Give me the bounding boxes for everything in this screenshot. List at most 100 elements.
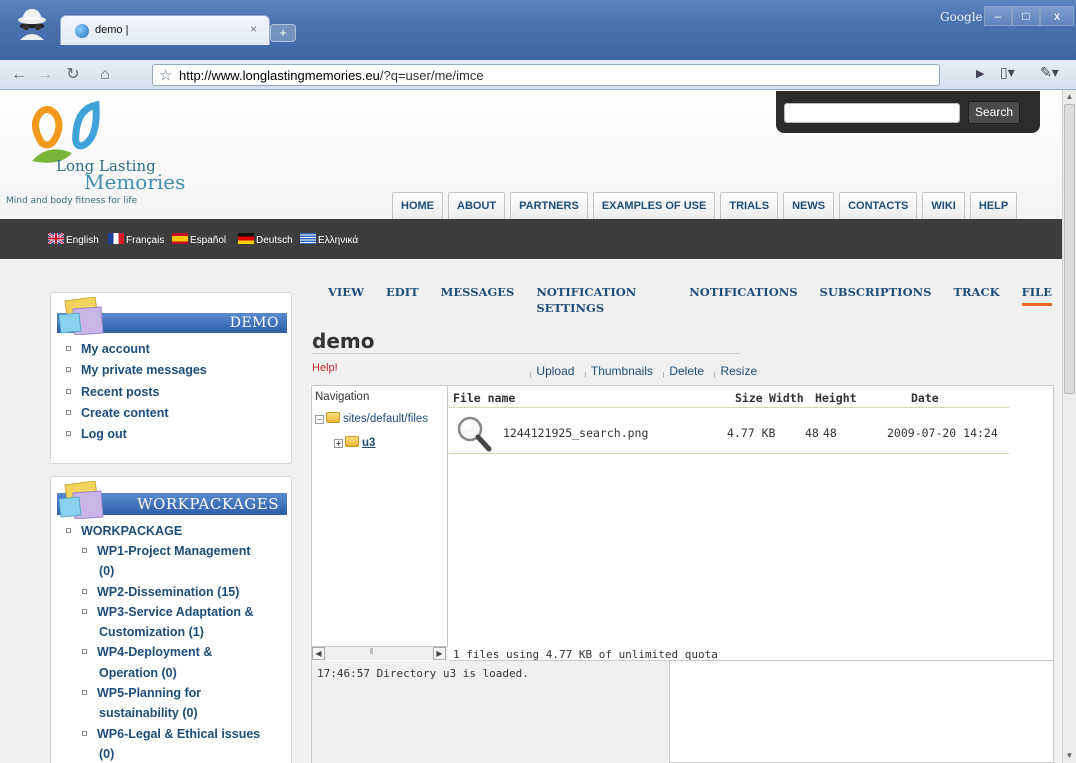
wp-item-cont[interactable]: (0) <box>77 744 260 763</box>
expand-icon[interactable]: + <box>334 439 343 448</box>
nav-about[interactable]: ABOUT <box>448 192 506 219</box>
folder-icon <box>345 436 359 447</box>
title-bar: demo | × + Google – □ x <box>0 0 1076 60</box>
tab-view[interactable]: VIEW <box>328 284 364 306</box>
wp-item[interactable]: WP1-Project Management <box>77 541 260 561</box>
site-header: Long Lasting Memories Mind and body fitn… <box>0 91 1062 219</box>
lang-german[interactable]: Deutsch <box>238 233 293 246</box>
tab-notification-settings[interactable]: NOTIFICATION SETTINGS <box>536 284 667 315</box>
maximize-button[interactable]: □ <box>1012 6 1040 26</box>
wp-item-cont[interactable]: sustainability (0) <box>77 703 260 723</box>
menu-recent-posts[interactable]: Recent posts <box>61 382 207 403</box>
url-text[interactable]: http://www.longlastingmemories.eu/?q=use… <box>179 68 484 83</box>
menu-create-content[interactable]: Create content <box>61 403 207 424</box>
page-menu-icon[interactable]: ▯▾ <box>1000 64 1015 81</box>
reload-icon[interactable]: ↻ <box>62 64 84 86</box>
wp-item[interactable]: WP3-Service Adaptation & <box>77 602 260 622</box>
nav-news[interactable]: NEWS <box>783 192 835 219</box>
tree-child[interactable]: + u3 <box>334 436 375 449</box>
workpackage-root-label: WORKPACKAGE <box>81 524 183 538</box>
upload-operation[interactable]: ╷ Upload <box>528 364 574 378</box>
col-file-name[interactable]: File name <box>453 391 515 405</box>
lang-french-label: Français <box>126 235 165 246</box>
col-date[interactable]: Date <box>911 391 939 405</box>
wp-item[interactable]: WP6-Legal & Ethical issues <box>77 724 260 744</box>
resize-operation[interactable]: ╷ Resize <box>712 364 757 378</box>
vertical-scrollbar[interactable]: ▲ ▼ <box>1062 90 1076 763</box>
col-height[interactable]: Height <box>815 391 857 405</box>
scroll-right-icon[interactable]: ▶ <box>433 647 446 660</box>
delete-icon: ╷ <box>660 367 667 377</box>
menu-log-out[interactable]: Log out <box>61 424 207 445</box>
minimize-button[interactable]: – <box>984 6 1012 26</box>
nav-home[interactable]: HOME <box>392 192 443 219</box>
menu-my-account[interactable]: My account <box>61 339 207 360</box>
new-tab-button[interactable]: + <box>270 24 296 42</box>
wp-label: WP1-Project Management <box>97 544 251 558</box>
wp-item-cont[interactable]: Operation (0) <box>77 663 260 683</box>
lang-french[interactable]: Français <box>108 233 164 246</box>
tab-messages[interactable]: MESSAGES <box>441 284 515 306</box>
scroll-left-icon[interactable]: ◀ <box>312 647 325 660</box>
wp-item-cont[interactable]: (0) <box>77 561 260 581</box>
tree-root[interactable]: − sites/default/files <box>315 412 428 425</box>
nav-wiki[interactable]: WIKI <box>922 192 965 219</box>
resize-label: Resize <box>720 364 758 378</box>
navigation-pane: Navigation − sites/default/files + u3 <box>312 386 448 646</box>
lang-spanish[interactable]: Español <box>172 233 226 246</box>
delete-operation[interactable]: ╷ Delete <box>661 364 704 378</box>
tab-subscriptions[interactable]: SUBSCRIPTIONS <box>820 284 932 306</box>
wp-item[interactable]: WP4-Deployment & <box>77 642 260 662</box>
thumbnails-icon: ╷ <box>582 367 588 377</box>
play-icon[interactable]: ▶ <box>976 67 984 80</box>
close-button[interactable]: x <box>1040 6 1074 26</box>
lang-greek[interactable]: Ελληνικά <box>300 233 358 246</box>
search-icon <box>457 416 492 452</box>
help-link[interactable]: Help! <box>312 362 338 374</box>
thumbnails-operation[interactable]: ╷ Thumbnails <box>582 364 652 378</box>
nav-examples-of-use[interactable]: EXAMPLES OF USE <box>592 192 716 219</box>
menu-private-messages[interactable]: My private messages <box>61 360 207 381</box>
nav-contacts[interactable]: CONTACTS <box>839 192 918 219</box>
tab-close-icon[interactable]: × <box>250 22 257 36</box>
search-input[interactable] <box>784 103 960 123</box>
scroll-up-icon[interactable]: ▲ <box>1063 90 1076 104</box>
wp-item[interactable]: WP2-Dissemination (15) <box>77 582 260 602</box>
bullet-icon <box>82 588 87 594</box>
col-size[interactable]: Size <box>735 391 763 405</box>
collapse-icon[interactable]: − <box>315 415 324 424</box>
bullet-icon <box>66 388 71 394</box>
wrench-menu-icon[interactable]: ✎▾ <box>1040 64 1059 81</box>
tab-notifications[interactable]: NOTIFICATIONS <box>689 284 797 306</box>
nav-help[interactable]: HELP <box>969 192 1018 219</box>
wp-item-cont[interactable]: Customization (1) <box>77 622 260 642</box>
horizontal-scrollbar[interactable]: ◀ ⦀ ▶ <box>312 646 448 660</box>
nav-partners[interactable]: PARTNERS <box>510 192 588 219</box>
lang-english[interactable]: English <box>48 233 99 246</box>
wp-label: sustainability (0) <box>99 706 198 721</box>
tab-file[interactable]: FILE <box>1021 284 1052 306</box>
browser-tab[interactable]: demo | × <box>60 15 270 45</box>
wp-label: WP2-Dissemination (15) <box>97 584 240 599</box>
home-icon[interactable]: ⌂ <box>94 64 116 86</box>
wp-item[interactable]: WP5-Planning for <box>77 683 260 703</box>
tab-track[interactable]: TRACK <box>953 284 999 306</box>
file-row[interactable]: 1244121925_search.png 4.77 KB 48 48 2009… <box>449 410 1009 454</box>
address-bar[interactable]: ☆ http://www.longlastingmemories.eu/?q=u… <box>152 64 940 86</box>
forward-arrow-icon[interactable]: → <box>34 64 56 86</box>
back-arrow-icon[interactable]: ← <box>8 64 30 86</box>
scrollbar-thumb[interactable] <box>1064 104 1075 394</box>
file-size: 4.77 KB <box>727 426 776 440</box>
scroll-down-icon[interactable]: ▼ <box>1063 749 1076 763</box>
workpackage-root[interactable]: WORKPACKAGE <box>61 521 182 542</box>
tab-edit[interactable]: EDIT <box>386 284 419 306</box>
bullet-icon <box>82 608 87 614</box>
nav-trials[interactable]: TRIALS <box>720 192 779 219</box>
col-width[interactable]: Width <box>769 391 804 405</box>
demo-block-title: DEMO <box>229 315 279 331</box>
file-list-header: File name Size Width Height Date <box>449 386 1009 408</box>
bullet-icon <box>66 409 71 415</box>
site-logo[interactable]: Long Lasting Memories Mind and body fitn… <box>6 97 226 207</box>
search-button[interactable]: Search <box>968 101 1020 124</box>
bookmark-star-icon[interactable]: ☆ <box>159 66 172 84</box>
